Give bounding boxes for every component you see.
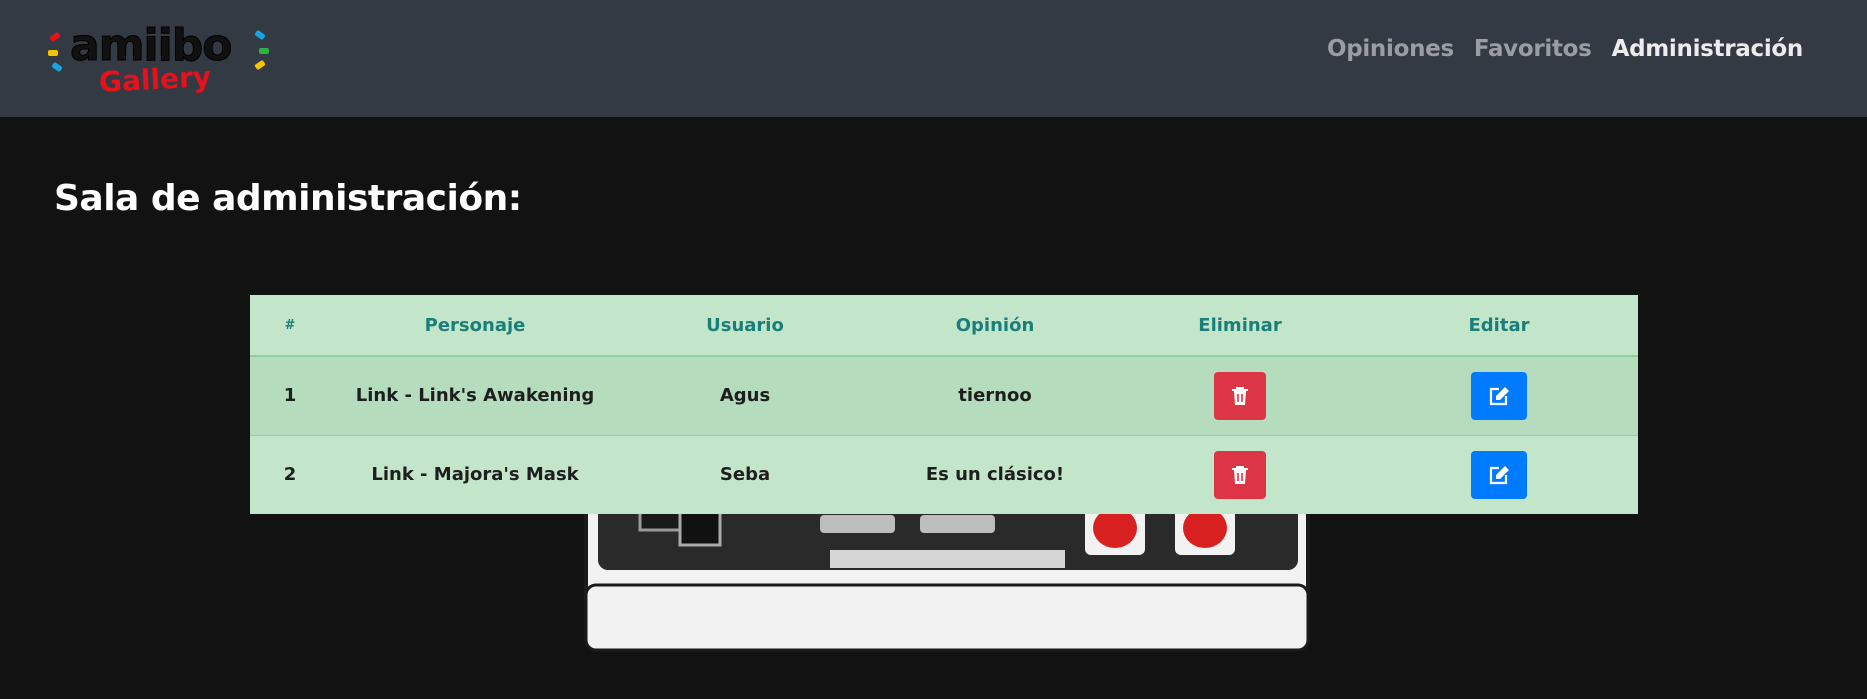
row-edit-cell — [1360, 355, 1638, 435]
row-usuario: Seba — [620, 434, 870, 514]
delete-button[interactable] — [1214, 371, 1266, 420]
logo-dash-yellow-right — [254, 59, 266, 71]
logo-dash-blue — [51, 61, 63, 73]
row-usuario: Agus — [620, 355, 870, 435]
edit-icon — [1489, 465, 1509, 484]
row-edit-cell — [1360, 434, 1638, 514]
header-number: # — [250, 295, 330, 357]
navbar: amiibo Gallery Opiniones Favoritos Admin… — [0, 0, 1867, 117]
table-row: 1 Link - Link's Awakening Agus tiernoo — [250, 355, 1638, 435]
edit-button[interactable] — [1471, 450, 1527, 499]
row-number: 2 — [250, 434, 330, 514]
header-editar: Editar — [1360, 295, 1638, 357]
nav-links: Opiniones Favoritos Administración — [1327, 36, 1803, 62]
nav-link-opiniones[interactable]: Opiniones — [1327, 36, 1454, 62]
nes-controller-image — [584, 500, 1310, 652]
nav-link-favoritos[interactable]: Favoritos — [1474, 36, 1592, 62]
delete-button[interactable] — [1214, 450, 1266, 499]
logo-subtitle: Gallery — [98, 60, 212, 99]
edit-icon — [1489, 386, 1509, 405]
logo-dash-blue-right — [254, 29, 266, 41]
row-personaje: Link - Majora's Mask — [330, 434, 620, 514]
amiibo-gallery-logo[interactable]: amiibo Gallery — [48, 22, 270, 100]
header-eliminar: Eliminar — [1120, 295, 1360, 357]
header-personaje: Personaje — [330, 295, 620, 357]
table-header-row: # Personaje Usuario Opinión Eliminar Edi… — [250, 295, 1638, 357]
row-opinion: Es un clásico! — [870, 434, 1120, 514]
logo-dash-green — [259, 48, 269, 54]
edit-button[interactable] — [1471, 371, 1527, 420]
row-opinion: tiernoo — [870, 355, 1120, 435]
row-personaje: Link - Link's Awakening — [330, 355, 620, 435]
opinions-table-wrapper: # Personaje Usuario Opinión Eliminar Edi… — [250, 295, 1638, 514]
logo-dash-yellow — [48, 50, 58, 56]
table-row: 2 Link - Majora's Mask Seba Es un clásic… — [250, 434, 1638, 514]
row-delete-cell — [1120, 434, 1360, 514]
trash-icon — [1232, 386, 1248, 405]
logo-dash-red — [49, 31, 61, 43]
header-usuario: Usuario — [620, 295, 870, 357]
page-title: Sala de administración: — [54, 178, 522, 219]
trash-icon — [1232, 465, 1248, 484]
header-opinion: Opinión — [870, 295, 1120, 357]
row-delete-cell — [1120, 355, 1360, 435]
nav-link-administracion[interactable]: Administración — [1612, 36, 1804, 62]
opinions-table: # Personaje Usuario Opinión Eliminar Edi… — [250, 295, 1638, 514]
row-number: 1 — [250, 355, 330, 435]
